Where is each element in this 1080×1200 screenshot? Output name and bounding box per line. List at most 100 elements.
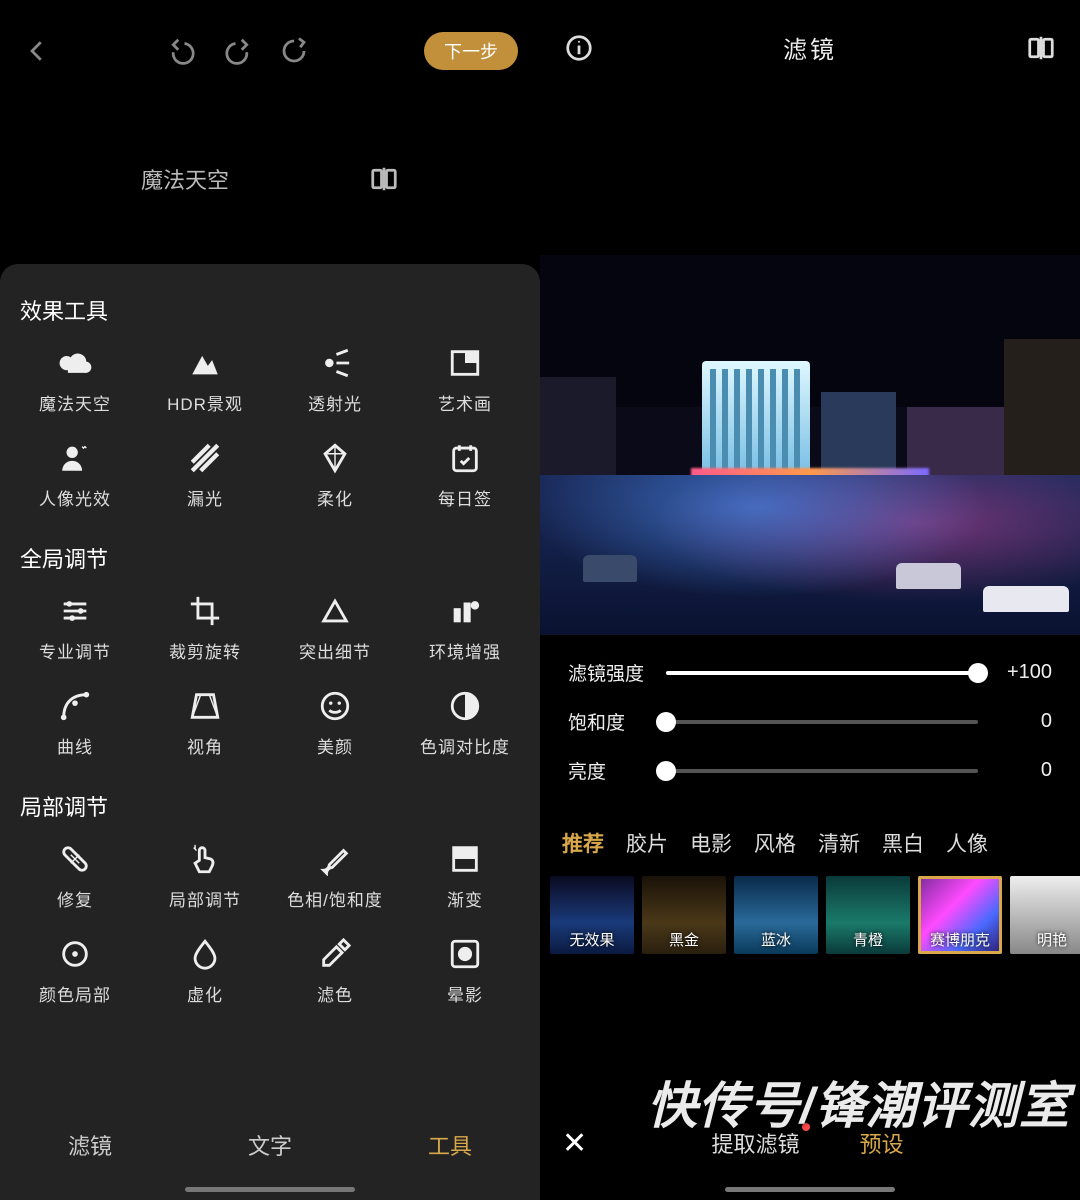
global-tool-0[interactable]: 专业调节 [10,586,140,675]
local-tool-0[interactable]: 修复 [10,834,140,923]
reset-icon[interactable] [279,36,309,66]
effect-tool-5[interactable]: 漏光 [140,433,270,522]
back-icon[interactable] [22,36,52,66]
tool-label: 视角 [187,733,223,758]
tool-label: 滤色 [317,981,353,1006]
city-icon [448,594,482,628]
slider-track[interactable] [666,671,978,675]
effect-tool-4[interactable]: 人像光效 [10,433,140,522]
face-icon [318,689,352,723]
sliders-icon [58,594,92,628]
section-effects-title: 效果工具 [10,292,530,338]
extract-filter-link[interactable]: 提取滤镜 [712,1127,800,1159]
diamond-icon [318,441,352,475]
effect-tool-6[interactable]: 柔化 [270,433,400,522]
thumb-label: 黑金 [642,929,726,950]
global-tool-7[interactable]: 色调对比度 [400,681,530,770]
slider-0[interactable]: 滤镜强度+100 [568,659,1052,686]
local-tool-5[interactable]: 虚化 [140,929,270,1018]
page-title: 滤镜 [783,30,837,65]
compare-icon[interactable] [369,164,399,194]
thumb-label: 蓝冰 [734,929,818,950]
crop-icon [188,594,222,628]
redo-icon[interactable] [223,36,253,66]
info-icon[interactable] [564,33,594,63]
filter-thumb-青橙[interactable]: 青橙 [826,876,910,954]
slider-1[interactable]: 饱和度0 [568,708,1052,735]
tool-label: 透射光 [308,390,362,415]
local-tool-6[interactable]: 滤色 [270,929,400,1018]
effect-tool-2[interactable]: 透射光 [270,338,400,427]
effect-tool-0[interactable]: 魔法天空 [10,338,140,427]
filter-categories: 推荐胶片电影风格清新黑白人像 [540,816,1080,874]
category-tab-清新[interactable]: 清新 [816,824,862,862]
next-button[interactable]: 下一步 [424,32,518,70]
local-tool-2[interactable]: 色相/饱和度 [270,834,400,923]
global-tool-6[interactable]: 美颜 [270,681,400,770]
tool-label: 每日签 [438,485,492,510]
slider-track[interactable] [666,720,978,724]
tool-label: 人像光效 [39,485,111,510]
local-tool-7[interactable]: 晕影 [400,929,530,1018]
slider-track[interactable] [666,769,978,773]
slider-2[interactable]: 亮度0 [568,757,1052,784]
thumb-label: 青橙 [826,929,910,950]
brush-icon [318,842,352,876]
target-icon [58,937,92,971]
slider-thumb-icon[interactable] [656,761,676,781]
filter-thumb-黑金[interactable]: 黑金 [642,876,726,954]
local-tool-1[interactable]: 局部调节 [140,834,270,923]
tool-label: 晕影 [447,981,483,1006]
compare-icon[interactable] [1026,33,1056,63]
right-phone: 滤镜 滤镜强度+100 饱和度0 亮度0 推荐胶片电影风格清新黑白人像 无效果黑金蓝… [540,0,1080,1200]
mountain-icon [188,346,222,380]
category-tab-风格[interactable]: 风格 [752,824,798,862]
filter-thumb-蓝冰[interactable]: 蓝冰 [734,876,818,954]
filter-thumb-无效果[interactable]: 无效果 [550,876,634,954]
effect-tool-3[interactable]: 艺术画 [400,338,530,427]
left-bottom-tabs: 滤镜 文字 工具 [0,1120,540,1170]
tool-label: 突出细节 [299,638,371,663]
local-tool-3[interactable]: 渐变 [400,834,530,923]
vignette-icon [448,937,482,971]
tool-label: 颜色局部 [39,981,111,1006]
global-tool-1[interactable]: 裁剪旋转 [140,586,270,675]
thumb-label: 无效果 [550,929,634,950]
filter-thumb-明艳[interactable]: 明艳 [1010,876,1080,954]
category-tab-电影[interactable]: 电影 [688,824,734,862]
preview-area: 魔法天空 [0,95,540,263]
global-tool-4[interactable]: 曲线 [10,681,140,770]
category-tab-人像[interactable]: 人像 [944,824,990,862]
slider-value: 0 [996,759,1052,782]
eyedrop-icon [318,937,352,971]
filter-thumb-赛博朋克[interactable]: 赛博朋克 [918,876,1002,954]
bottom-tab-文字[interactable]: 文字 [240,1123,300,1167]
category-tab-胶片[interactable]: 胶片 [624,824,670,862]
contrast-icon [448,689,482,723]
preset-link[interactable]: 预设 [860,1127,904,1159]
slider-thumb-icon[interactable] [656,712,676,732]
local-tool-4[interactable]: 颜色局部 [10,929,140,1018]
global-tool-3[interactable]: 环境增强 [400,586,530,675]
diag-icon [188,441,222,475]
rays-icon [318,346,352,380]
tool-label: 环境增强 [429,638,501,663]
bottom-tab-工具[interactable]: 工具 [420,1123,480,1167]
thumb-label: 赛博朋克 [918,929,1002,950]
home-indicator [725,1187,895,1192]
category-tab-推荐[interactable]: 推荐 [560,824,606,862]
tool-label: 魔法天空 [39,390,111,415]
global-tool-2[interactable]: 突出细节 [270,586,400,675]
thumb-label: 明艳 [1010,929,1080,950]
tool-label: 修复 [57,886,93,911]
undo-icon[interactable] [167,36,197,66]
tool-label: 裁剪旋转 [169,638,241,663]
notification-dot-icon [802,1123,810,1131]
slider-thumb-icon[interactable] [968,663,988,683]
category-tab-黑白[interactable]: 黑白 [880,824,926,862]
bottom-tab-滤镜[interactable]: 滤镜 [60,1123,120,1167]
close-icon[interactable]: ✕ [562,1126,587,1161]
effect-tool-7[interactable]: 每日签 [400,433,530,522]
effect-tool-1[interactable]: HDR景观 [140,338,270,427]
global-tool-5[interactable]: 视角 [140,681,270,770]
